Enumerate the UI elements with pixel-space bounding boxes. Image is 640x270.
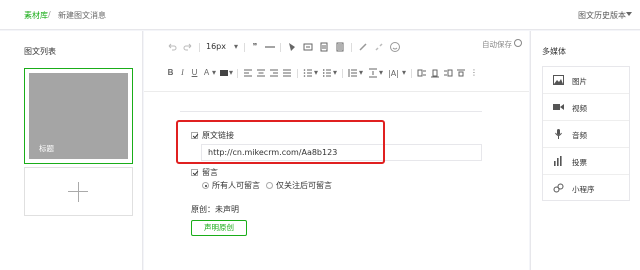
template-icon[interactable] [318, 41, 330, 53]
article-list-panel: 图文列表 标题 [0, 31, 143, 270]
toolbar-divider [280, 43, 281, 52]
article-cover-title: 标题 [39, 144, 54, 153]
mini-program-icon [553, 183, 564, 193]
toolbar-row-2: B I U A ▾ ▾ ▾ ▾ ▾ ▾ |A| ▾ ⋮ [166, 67, 526, 81]
bold-icon[interactable]: B [166, 67, 175, 79]
comment-all-label: 所有人可留言 [212, 181, 260, 190]
undo-icon[interactable] [166, 41, 178, 53]
comment-all-radio[interactable] [202, 182, 209, 189]
align-left-icon[interactable] [243, 67, 253, 79]
unordered-list-icon[interactable] [322, 67, 332, 79]
letter-spacing-icon[interactable]: |A| [387, 67, 401, 79]
align-right-icon[interactable] [269, 67, 279, 79]
emotion-icon[interactable] [389, 41, 401, 53]
comment-label: 留言 [202, 168, 218, 177]
original-status-text: 原创：未声明 [191, 205, 239, 214]
chevron-down-icon[interactable]: ▾ [233, 41, 239, 53]
media-item-image[interactable]: 图片 [543, 67, 629, 94]
history-version-dropdown[interactable]: 图文历史版本 [578, 10, 626, 21]
comment-followers-radio[interactable] [266, 182, 273, 189]
align-para-right-icon[interactable] [443, 67, 453, 79]
multimedia-title: 多媒体 [542, 47, 566, 56]
clock-icon [514, 39, 522, 47]
code-icon[interactable] [334, 41, 346, 53]
chevron-down-icon[interactable]: ▾ [358, 67, 364, 79]
highlight-box [176, 120, 385, 164]
link-icon[interactable] [357, 41, 369, 53]
align-center-icon[interactable] [256, 67, 266, 79]
line-height-icon[interactable] [348, 67, 358, 79]
chevron-down-icon[interactable]: ▾ [401, 67, 407, 79]
media-item-label: 图片 [572, 77, 587, 86]
image-icon [553, 75, 564, 85]
toolbar-divider [199, 43, 200, 52]
media-item-label: 投票 [572, 158, 587, 167]
poll-icon [554, 156, 562, 166]
breadcrumb-root-link[interactable]: 素材库 [24, 10, 48, 21]
redo-icon[interactable] [182, 41, 194, 53]
align-justify-icon[interactable] [282, 67, 292, 79]
autosave-status: 自动保存 [482, 40, 512, 49]
align-para-left-icon[interactable] [417, 67, 427, 79]
article-card[interactable]: 标题 [24, 68, 133, 164]
ordered-list-icon[interactable] [303, 67, 313, 79]
chevron-down-icon[interactable]: ▾ [211, 67, 217, 79]
italic-icon[interactable]: I [178, 67, 187, 79]
font-color-icon[interactable]: A [202, 67, 211, 79]
breadcrumb-current: 新建图文消息 [58, 11, 106, 20]
add-article-button[interactable] [24, 167, 133, 216]
toolbar-row-1: 16px ▾ ❞ [166, 41, 526, 55]
article-cover: 标题 [29, 73, 128, 159]
chevron-down-icon[interactable]: ▾ [378, 67, 384, 79]
editor-area: 16px ▾ ❞ 自动保存 B I U A ▾ ▾ ▾ ▾ ▾ ▾ |A| ▾ … [144, 31, 529, 270]
underline-icon[interactable]: U [190, 67, 199, 79]
chevron-down-icon [626, 12, 632, 16]
font-size-dropdown[interactable]: 16px [206, 41, 226, 53]
plus-icon-vertical [78, 182, 79, 202]
clear-format-icon[interactable] [302, 41, 314, 53]
svg-text:|A|: |A| [388, 69, 399, 78]
align-para-center-icon[interactable] [430, 67, 440, 79]
indent-icon[interactable] [368, 67, 378, 79]
multimedia-panel: 多媒体 图片 视频 音频 投票 小程序 [530, 31, 640, 270]
breadcrumb-separator: / [48, 10, 51, 19]
toolbar-divider [342, 69, 343, 78]
media-item-label: 音频 [572, 131, 587, 140]
comment-followers-label: 仅关注后可留言 [276, 181, 332, 190]
comment-checkbox[interactable] [191, 169, 198, 176]
paint-format-icon[interactable] [286, 41, 298, 53]
more-icon[interactable]: ⋮ [469, 67, 479, 79]
chevron-down-icon[interactable]: ▾ [313, 67, 319, 79]
quote-icon[interactable]: ❞ [250, 41, 260, 53]
unlink-icon[interactable] [373, 41, 385, 53]
media-item-mini-program[interactable]: 小程序 [543, 175, 629, 202]
toolbar-divider [297, 69, 298, 78]
toolbar-divider [351, 43, 352, 52]
toolbar-divider [237, 69, 238, 78]
content-divider [180, 111, 482, 112]
align-para-justify-icon[interactable] [456, 67, 466, 79]
media-item-label: 视频 [572, 104, 587, 113]
toolbar-divider-line [144, 91, 529, 92]
hr-icon[interactable] [264, 41, 276, 53]
media-item-poll[interactable]: 投票 [543, 148, 629, 175]
video-icon [553, 104, 564, 110]
media-item-audio[interactable]: 音频 [543, 121, 629, 148]
article-list-title: 图文列表 [24, 47, 56, 56]
media-item-label: 小程序 [572, 185, 595, 194]
chevron-down-icon[interactable]: ▾ [332, 67, 338, 79]
chevron-down-icon[interactable]: ▾ [228, 67, 234, 79]
declare-original-button[interactable]: 声明原创 [191, 220, 247, 236]
media-list: 图片 视频 音频 投票 小程序 [542, 66, 630, 201]
media-item-video[interactable]: 视频 [543, 94, 629, 121]
top-bar: 素材库 / 新建图文消息 图文历史版本 [0, 0, 640, 30]
toolbar-divider [244, 43, 245, 52]
microphone-icon [555, 129, 562, 139]
toolbar-divider [411, 69, 412, 78]
